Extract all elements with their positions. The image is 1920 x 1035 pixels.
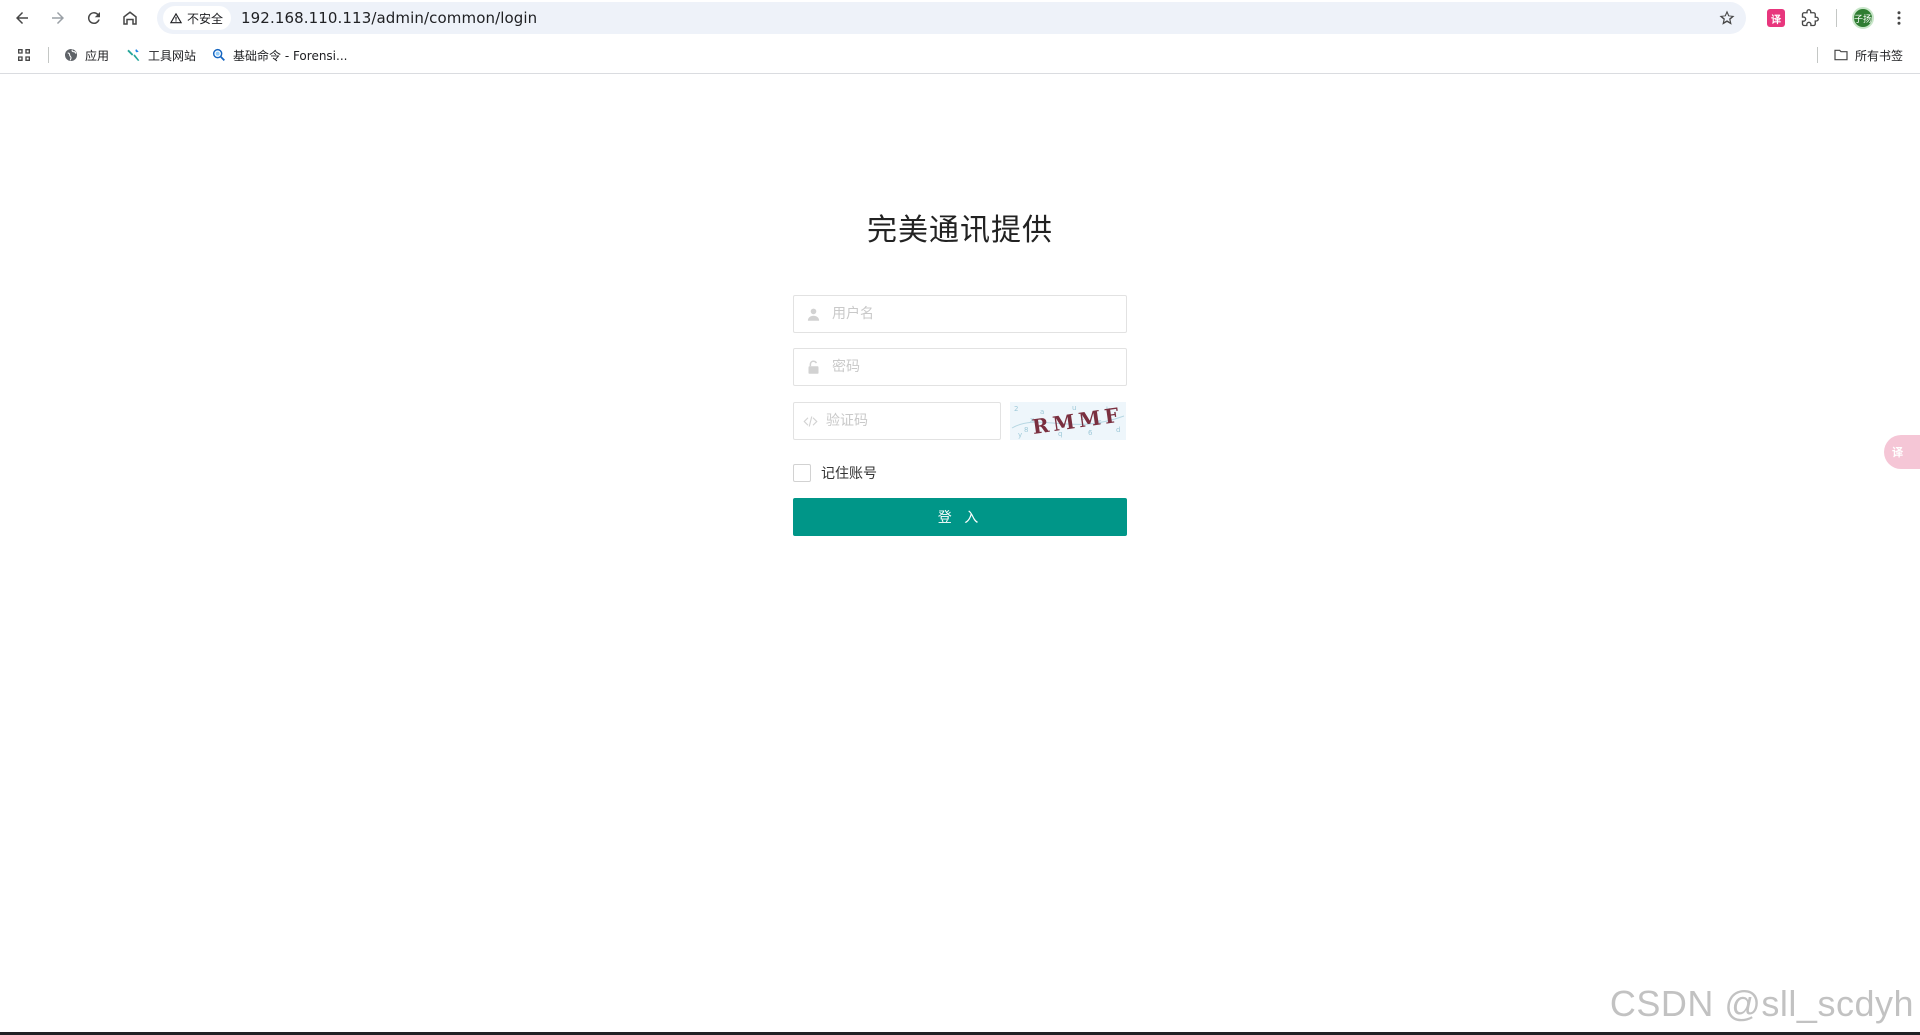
bookmark-star-icon[interactable] (1718, 9, 1736, 27)
all-bookmarks-label: 所有书签 (1855, 48, 1904, 63)
puzzle-icon (1801, 9, 1819, 27)
login-button[interactable]: 登 入 (793, 498, 1127, 536)
all-bookmarks-button[interactable]: 所有书签 (1833, 36, 1903, 74)
toolbar-separator (1836, 9, 1837, 27)
password-field-wrapper (793, 348, 1127, 386)
bookmark-tools[interactable]: 工具网站 (126, 36, 196, 74)
watermark: CSDN @sll_scdyh (1609, 983, 1914, 1024)
browser-menu-button[interactable] (1881, 0, 1917, 36)
forward-button[interactable] (40, 0, 76, 36)
translate-extension-icon: 译 (1767, 9, 1785, 27)
reload-button[interactable] (76, 0, 112, 36)
magnifier-favicon-icon (212, 48, 225, 61)
home-button[interactable] (112, 0, 148, 36)
site-info-chip[interactable]: 不安全 (163, 6, 232, 30)
username-input[interactable] (832, 296, 1126, 332)
arrow-right-icon (52, 12, 64, 24)
bookmark-label: 应用 (85, 48, 110, 63)
captcha-input[interactable] (826, 403, 1000, 439)
svg-text:2: 2 (1014, 405, 1018, 413)
arrow-left-icon (16, 12, 28, 24)
folder-icon (1834, 49, 1848, 61)
profile-avatar: 子扬 (1852, 7, 1874, 29)
svg-text:8: 8 (1024, 426, 1028, 434)
kebab-menu-icon (1897, 11, 1901, 25)
apps-grid-button[interactable] (16, 36, 32, 74)
bookmark-label: 基础命令 - Forensi... (233, 48, 348, 63)
translate-extension-button[interactable]: 译 (1760, 0, 1792, 36)
bookmarks-separator (1817, 47, 1818, 63)
lock-icon (794, 349, 832, 385)
user-icon (794, 296, 832, 332)
captcha-image[interactable]: 28aq u6kd x s1y RMMF (1010, 402, 1126, 440)
bookmark-apps[interactable]: 应用 (63, 36, 109, 74)
bookmark-label: 工具网站 (148, 48, 197, 63)
security-label: 不安全 (187, 11, 224, 26)
browser-toolbar: 不安全 192.168.110.113/admin/common/login 译… (0, 0, 1920, 36)
bookmarks-separator (48, 47, 49, 63)
svg-text:y: y (1018, 431, 1022, 439)
profile-button[interactable]: 子扬 (1845, 0, 1881, 36)
bookmarks-bar: 应用 工具网站 基础命令 - Forensi... 所有书签 (0, 36, 1920, 74)
reload-icon (87, 12, 100, 25)
remember-checkbox[interactable] (793, 464, 811, 482)
extensions-button[interactable] (1792, 0, 1828, 36)
warning-triangle-icon (169, 12, 183, 24)
address-bar[interactable]: 不安全 192.168.110.113/admin/common/login (157, 2, 1746, 34)
translate-icon: 译 (1892, 446, 1903, 459)
page-content: 完美通讯提供 28aq u6kd xs1y RMMF 记住账号 登 入 译 (0, 75, 1920, 1035)
tools-icon (127, 49, 140, 61)
password-input[interactable] (832, 349, 1126, 385)
captcha-field-wrapper (793, 402, 1001, 440)
home-icon (123, 11, 137, 25)
login-title: 完美通讯提供 (867, 213, 1053, 248)
remember-label: 记住账号 (821, 466, 877, 482)
remember-account[interactable]: 记住账号 (793, 463, 877, 483)
username-field-wrapper (793, 295, 1127, 333)
bookmark-forensics[interactable]: 基础命令 - Forensi... (211, 36, 347, 74)
apps-grid-icon (18, 49, 30, 61)
code-icon (794, 403, 826, 439)
back-button[interactable] (4, 0, 40, 36)
floating-translate-button[interactable]: 译 (1884, 435, 1920, 469)
globe-icon (65, 49, 77, 61)
url-text[interactable]: 192.168.110.113/admin/common/login (241, 9, 537, 27)
